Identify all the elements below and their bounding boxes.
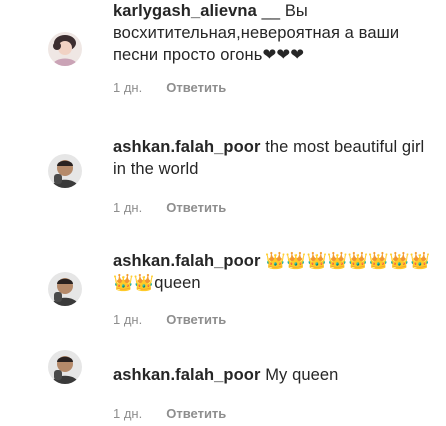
comment-text: ashkan.falah_poor the most beautiful gir… (113, 136, 436, 180)
comment-body: My queen (265, 366, 339, 384)
man-avatar-icon[interactable] (48, 350, 82, 384)
reply-button[interactable]: Ответить (166, 80, 226, 95)
comment-meta: 1 дн. Ответить (113, 312, 436, 327)
man-avatar-icon[interactable] (48, 272, 82, 306)
reply-button[interactable]: Ответить (166, 200, 226, 215)
reply-button[interactable]: Ответить (166, 312, 226, 327)
woman-avatar-icon[interactable] (48, 32, 82, 66)
comment-timestamp: 1 дн. (113, 200, 143, 215)
comment-timestamp: 1 дн. (113, 80, 143, 95)
man-avatar-icon[interactable] (48, 154, 82, 188)
comment-timestamp: 1 дн. (113, 406, 143, 421)
comments-list: karlygash_alievna __ Вы восхитительная,н… (0, 0, 446, 426)
comment-username[interactable]: ashkan.falah_poor (113, 138, 261, 156)
comment-meta: 1 дн. Ответить (113, 200, 436, 215)
comment-username[interactable]: ashkan.falah_poor (113, 252, 261, 270)
comment-text: ashkan.falah_poor My queen (113, 364, 436, 386)
reply-button[interactable]: Ответить (166, 406, 226, 421)
comment-text: ashkan.falah_poor 👑👑👑👑👑👑👑👑👑👑queen (113, 250, 436, 294)
comment-meta: 1 дн. Ответить (113, 80, 436, 95)
comment-meta: 1 дн. Ответить (113, 406, 436, 421)
comment-timestamp: 1 дн. (113, 312, 143, 327)
comment-text: karlygash_alievna __ Вы восхитительная,н… (113, 0, 436, 66)
comment-username[interactable]: karlygash_alievna (113, 2, 257, 20)
comment-username[interactable]: ashkan.falah_poor (113, 366, 261, 384)
